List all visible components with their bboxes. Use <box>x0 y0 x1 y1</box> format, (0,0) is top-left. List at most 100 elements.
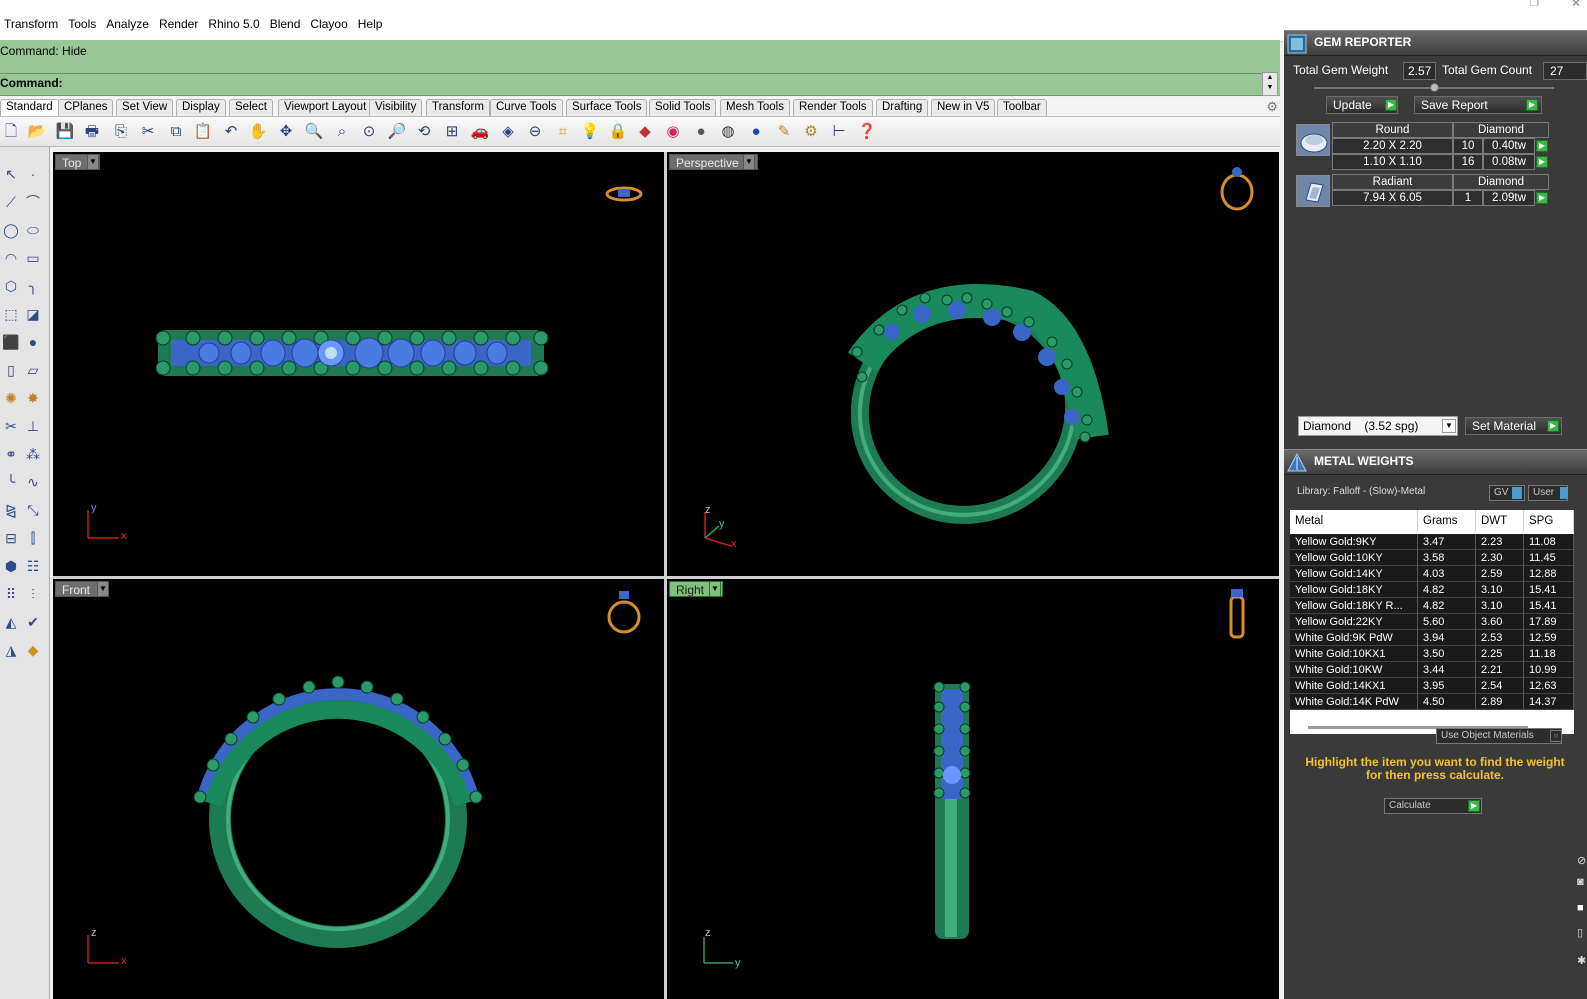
select-arrow-icon[interactable]: ↖ <box>0 163 22 185</box>
sphere-icon[interactable]: ● <box>22 331 44 353</box>
metal-row[interactable]: White Gold:14KX1 3.95 2.54 12.63 <box>1290 678 1574 694</box>
material-select[interactable]: Diamond (3.52 spg) <box>1298 416 1458 436</box>
set-material-go-icon[interactable]: ▶ <box>1547 420 1559 432</box>
rendered-sphere-icon[interactable]: ◍ <box>717 121 739 143</box>
shaded-sphere-icon[interactable]: ● <box>690 121 712 143</box>
zoom-in-icon[interactable]: 🔍 <box>303 121 325 143</box>
gem-1-row-1-weight[interactable]: 0.40tw <box>1483 138 1535 154</box>
settings-gear-icon[interactable]: ⚙ <box>800 121 822 143</box>
arc-icon[interactable]: ◠ <box>0 247 22 269</box>
viewport-perspective-dropdown-icon[interactable]: ▼ <box>743 154 755 170</box>
zoom-window-icon[interactable]: ⌕ <box>331 121 353 143</box>
material-icon[interactable]: ◆ <box>634 121 656 143</box>
tab-toolbar[interactable]: Toolbar <box>997 99 1047 116</box>
metal-row[interactable]: Yellow Gold:10KY 3.58 2.30 11.45 <box>1290 550 1574 566</box>
copy-icon[interactable]: ⧉ <box>165 121 187 143</box>
tab-curve-tools[interactable]: Curve Tools <box>490 99 563 116</box>
command-scroll-arrows[interactable]: ▲ ▼ <box>1262 72 1278 96</box>
tab-mesh-tools[interactable]: Mesh Tools <box>720 99 790 116</box>
boolean-icon[interactable]: ✺ <box>0 387 22 409</box>
gem-1-row-2-weight[interactable]: 0.08tw <box>1483 154 1535 170</box>
cplane-icon[interactable]: ⊖ <box>524 121 546 143</box>
loft-icon[interactable]: ◪ <box>22 303 44 325</box>
orient-icon[interactable]: ⬢ <box>0 555 22 577</box>
blend-icon[interactable]: ∿ <box>22 471 44 493</box>
cylinder-icon[interactable]: ▯ <box>0 359 22 381</box>
viewport-front-dropdown-icon[interactable]: ▼ <box>97 581 109 597</box>
grams-col-header[interactable]: Grams <box>1418 510 1476 532</box>
tab-drafting[interactable]: Drafting <box>876 99 929 116</box>
scale-icon[interactable]: ⤡ <box>22 499 44 521</box>
close-window-icon[interactable]: ✕ <box>1571 0 1581 10</box>
point-icon[interactable]: · <box>22 163 44 185</box>
lock-icon[interactable]: 🔒 <box>607 121 629 143</box>
metal-col-header[interactable]: Metal <box>1290 510 1418 532</box>
edge-link-icon[interactable]: ⊘ <box>1577 854 1586 867</box>
metal-row[interactable]: Yellow Gold:22KY 5.60 3.60 17.89 <box>1290 614 1574 630</box>
pan-hand-icon[interactable]: ✋ <box>247 121 269 143</box>
undo-icon[interactable]: ↶ <box>220 121 242 143</box>
save-report-button[interactable]: Save Report <box>1414 96 1542 114</box>
save-report-go-icon[interactable]: ▶ <box>1526 99 1538 111</box>
gem-2-row-1-select-icon[interactable]: ▶ <box>1536 192 1548 204</box>
light-bulb-icon[interactable]: 💡 <box>579 121 601 143</box>
metal-row[interactable]: Yellow Gold:18KY 4.82 3.10 15.41 <box>1290 582 1574 598</box>
trim-icon[interactable]: ✂ <box>0 415 22 437</box>
menu-clayoo[interactable]: Clayoo <box>305 16 352 32</box>
edge-gear-icon[interactable]: ✱ <box>1577 954 1586 967</box>
gem-2-row-1-size[interactable]: 7.94 X 6.05 <box>1332 190 1453 206</box>
tab-new-in-v5[interactable]: New in V5 <box>931 99 996 116</box>
tab-set-view[interactable]: Set View <box>116 99 174 116</box>
color-wheel-icon[interactable]: ◉ <box>662 121 684 143</box>
gem-1-row-1-count[interactable]: 10 <box>1453 138 1483 154</box>
tab-surface-tools[interactable]: Surface Tools <box>566 99 648 116</box>
viewport-divider-horizontal[interactable] <box>53 576 1279 579</box>
update-go-icon[interactable]: ▶ <box>1385 99 1397 111</box>
menu-help[interactable]: Help <box>353 16 388 32</box>
gem-2-row-1-count[interactable]: 1 <box>1453 190 1483 206</box>
menu-transform[interactable]: Transform <box>4 16 63 32</box>
group-icon[interactable]: ⁂ <box>22 443 44 465</box>
render-preview-icon[interactable]: ◈ <box>497 121 519 143</box>
new-file-icon[interactable]: 🗋 <box>0 121 22 143</box>
paint-bucket-icon[interactable]: ✔ <box>22 611 44 633</box>
dimension-icon[interactable]: ⊢ <box>828 121 850 143</box>
surface-icon[interactable]: ▱ <box>22 359 44 381</box>
array-icon[interactable]: ⊟ <box>0 527 22 549</box>
polygon-icon[interactable]: ⬡ <box>0 275 22 297</box>
curve-fillet-icon[interactable]: ╮ <box>22 275 44 297</box>
tab-cplanes[interactable]: CPlanes <box>58 99 114 116</box>
use-object-materials-toggle-icon[interactable]: ○ <box>1550 730 1562 742</box>
zoom-selected-icon[interactable]: 🔎 <box>386 121 408 143</box>
tab-select[interactable]: Select <box>229 99 273 116</box>
menu-tools[interactable]: Tools <box>63 16 101 32</box>
extrude-icon[interactable]: ⬚ <box>0 303 22 325</box>
edge-camera-icon[interactable]: ◙ <box>1577 876 1584 888</box>
tab-visibility[interactable]: Visibility <box>369 99 423 116</box>
rotate-view-icon[interactable]: ⟲ <box>413 121 435 143</box>
tab-solid-tools[interactable]: Solid Tools <box>649 99 717 116</box>
calculate-go-icon[interactable]: ▶ <box>1468 800 1480 812</box>
join-icon[interactable]: ⚭ <box>0 443 22 465</box>
metal-row[interactable]: Yellow Gold:14KY 4.03 2.59 12.88 <box>1290 566 1574 582</box>
analyze-icon[interactable]: ⠿ <box>0 583 22 605</box>
align-icon[interactable]: ⫿ <box>22 527 44 549</box>
fillet-icon[interactable]: ╰ <box>0 471 22 493</box>
save-icon[interactable]: 💾 <box>54 121 76 143</box>
help-icon[interactable]: ❓ <box>856 121 878 143</box>
menu-rhino5[interactable]: Rhino 5.0 <box>203 16 264 32</box>
polyline-icon[interactable]: ⟋ <box>0 191 22 213</box>
viewport-perspective[interactable]: Perspective ▼ z y x <box>667 152 1279 576</box>
split-icon[interactable]: ⊥ <box>22 415 44 437</box>
grid-snap-icon[interactable]: ⌗ <box>552 121 574 143</box>
edge-page-icon[interactable]: ▯ <box>1577 926 1583 939</box>
extra-tool-2-icon[interactable]: ◆ <box>22 639 44 661</box>
dwt-col-header[interactable]: DWT <box>1476 510 1524 532</box>
gem-1-row-1-size[interactable]: 2.20 X 2.20 <box>1332 138 1453 154</box>
viewport-right[interactable]: Right ▼ z y <box>667 579 1279 999</box>
command-input[interactable] <box>72 75 1252 93</box>
import-icon[interactable]: ⎘ <box>110 121 132 143</box>
tab-transform[interactable]: Transform <box>426 99 490 116</box>
rectangle-icon[interactable]: ▭ <box>22 247 44 269</box>
menu-blend[interactable]: Blend <box>265 16 306 32</box>
